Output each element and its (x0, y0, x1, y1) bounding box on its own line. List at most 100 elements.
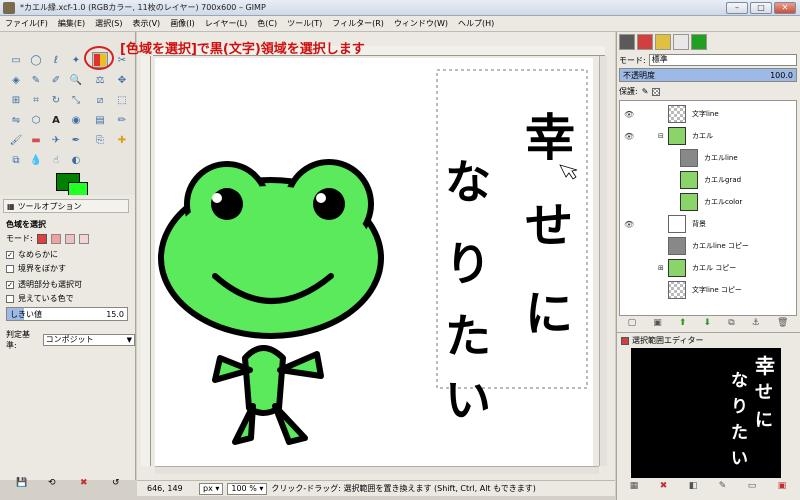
cage-icon[interactable]: ⬡ (28, 112, 44, 128)
image-canvas[interactable]: 幸 せ に な り た い (155, 58, 593, 468)
lower-layer-icon[interactable]: ⬇ (704, 318, 712, 330)
colors-tab-icon[interactable] (691, 34, 707, 50)
criterion-select[interactable]: コンポジット ▼ (42, 334, 135, 346)
maximize-button[interactable]: □ (750, 1, 772, 14)
foreground-select-icon[interactable]: ◈ (8, 72, 24, 88)
feather-option[interactable]: 境界をぼかす (6, 263, 66, 274)
stroke-selection-icon[interactable]: ▭ (748, 481, 757, 495)
ink-icon[interactable]: ✒ (68, 132, 84, 148)
blur-icon[interactable]: 💧 (28, 152, 44, 168)
unit-select[interactable]: px ▾ (199, 482, 224, 495)
mode-add-icon[interactable] (50, 233, 61, 244)
visibility-eye-icon[interactable]: 👁 (624, 132, 634, 141)
select-all-icon[interactable]: ▦ (630, 481, 639, 495)
sample-merged-checkbox[interactable] (6, 294, 14, 303)
selection-to-path-icon[interactable]: ✎ (719, 481, 727, 495)
menu-colors[interactable]: 色(C) (252, 18, 282, 29)
new-group-icon[interactable]: ▣ (653, 318, 662, 330)
layers-tab-icon[interactable] (619, 34, 635, 50)
paintbrush-icon[interactable]: 🖌 (8, 132, 24, 148)
menu-file[interactable]: ファイル(F) (0, 18, 53, 29)
ellipse-select-icon[interactable]: ◯ (28, 52, 44, 68)
antialias-option[interactable]: ✓ なめらかに (6, 249, 58, 260)
menu-select[interactable]: 選択(S) (90, 18, 127, 29)
layer-row[interactable]: カエルgrad (620, 169, 796, 191)
raise-layer-icon[interactable]: ⬆ (679, 318, 687, 330)
vertical-ruler[interactable] (141, 56, 151, 466)
free-select-icon[interactable]: ℓ (48, 52, 64, 68)
heal-icon[interactable]: ✚ (114, 132, 130, 148)
eraser-icon[interactable]: ▬ (28, 132, 44, 148)
mode-replace-icon[interactable] (36, 233, 47, 244)
menu-layer[interactable]: レイヤー(L) (200, 18, 252, 29)
channels-tab-icon[interactable] (637, 34, 653, 50)
horizontal-scrollbar[interactable] (155, 466, 599, 474)
visibility-eye-icon[interactable]: 👁 (624, 110, 634, 119)
layer-row[interactable]: ⊞ カエル コピー (620, 257, 796, 279)
delete-layer-icon[interactable]: 🗑 (777, 318, 788, 330)
menu-windows[interactable]: ウィンドウ(W) (389, 18, 453, 29)
perspective-clone-icon[interactable]: ⧉ (8, 152, 24, 168)
smudge-icon[interactable]: ☝ (48, 152, 64, 168)
text-icon[interactable]: A (48, 112, 64, 128)
threshold-slider[interactable]: しきい値 15.0 (6, 307, 128, 321)
zoom-select[interactable]: 100 % ▾ (227, 482, 268, 495)
menu-edit[interactable]: 編集(E) (53, 18, 90, 29)
scale-icon[interactable]: ⤡ (68, 92, 84, 108)
layer-row[interactable]: カエルline (620, 147, 796, 169)
antialias-checkbox[interactable]: ✓ (6, 250, 14, 259)
blend-icon[interactable]: ▤ (92, 112, 108, 128)
shear-icon[interactable]: ⧄ (92, 92, 108, 108)
new-layer-icon[interactable]: ▢ (628, 318, 637, 330)
delete-options-icon[interactable]: ✖ (80, 478, 88, 488)
save-options-icon[interactable]: 💾 (16, 478, 27, 488)
layer-row[interactable]: 文字line コピー (620, 279, 796, 301)
undo-tab-icon[interactable] (673, 34, 689, 50)
menu-view[interactable]: 表示(V) (127, 18, 165, 29)
clone-icon[interactable]: ⎘ (92, 132, 108, 148)
select-none-icon[interactable]: ✖ (660, 481, 668, 495)
paths-icon[interactable]: ✎ (28, 72, 44, 88)
save-to-channel-icon[interactable]: ▣ (778, 481, 787, 495)
layer-row[interactable]: 👁 背景 (620, 213, 796, 235)
close-button[interactable]: ✕ (774, 1, 796, 14)
layer-row[interactable]: 👁 文字line (620, 103, 796, 125)
bucket-fill-icon[interactable]: ◉ (68, 112, 84, 128)
mode-intersect-icon[interactable] (78, 233, 89, 244)
paths-tab-icon[interactable] (655, 34, 671, 50)
menu-filters[interactable]: フィルター(R) (327, 18, 389, 29)
perspective-icon[interactable]: ⬚ (114, 92, 130, 108)
lock-pixels-icon[interactable]: ✎ (642, 87, 649, 96)
minimize-button[interactable]: – (726, 1, 748, 14)
layer-mode-select[interactable]: 標準 (648, 54, 797, 66)
dodge-burn-icon[interactable]: ◐ (68, 152, 84, 168)
lock-alpha-icon[interactable] (652, 87, 661, 96)
zoom-icon[interactable]: 🔍 (68, 72, 84, 88)
selection-preview[interactable]: 幸 せ に な り た い (631, 348, 781, 478)
anchor-layer-icon[interactable]: ⚓ (752, 318, 760, 330)
pencil-icon[interactable]: ✏ (114, 112, 130, 128)
menu-tools[interactable]: ツール(T) (282, 18, 327, 29)
feather-checkbox[interactable] (6, 264, 14, 273)
color-picker-icon[interactable]: ✐ (48, 72, 64, 88)
tool-options-tab[interactable]: ▦ ツールオプション (3, 199, 129, 213)
layer-row[interactable]: 👁 ⊟ カエル (620, 125, 796, 147)
opacity-slider[interactable]: 不透明度 100.0 (619, 68, 797, 82)
airbrush-icon[interactable]: ✈ (48, 132, 64, 148)
layer-row[interactable]: カエルline コピー (620, 235, 796, 257)
reset-options-icon[interactable]: ↺ (112, 478, 120, 488)
transparent-checkbox[interactable]: ✓ (6, 280, 14, 289)
sample-merged-option[interactable]: 見えている色で (6, 293, 74, 304)
expand-icon[interactable]: ⊞ (658, 264, 664, 272)
move-icon[interactable]: ✥ (114, 72, 130, 88)
fuzzy-select-icon[interactable]: ✦ (68, 52, 84, 68)
collapse-icon[interactable]: ⊟ (658, 132, 664, 140)
menu-help[interactable]: ヘルプ(H) (453, 18, 499, 29)
layer-row[interactable]: カエルcolor (620, 191, 796, 213)
rotate-icon[interactable]: ↻ (48, 92, 64, 108)
duplicate-layer-icon[interactable]: ⧉ (728, 318, 734, 330)
transparent-option[interactable]: ✓ 透明部分も選択可 (6, 279, 82, 290)
vertical-scrollbar[interactable] (599, 56, 607, 466)
align-icon[interactable]: ⊞ (8, 92, 24, 108)
visibility-eye-icon[interactable]: 👁 (624, 220, 634, 229)
